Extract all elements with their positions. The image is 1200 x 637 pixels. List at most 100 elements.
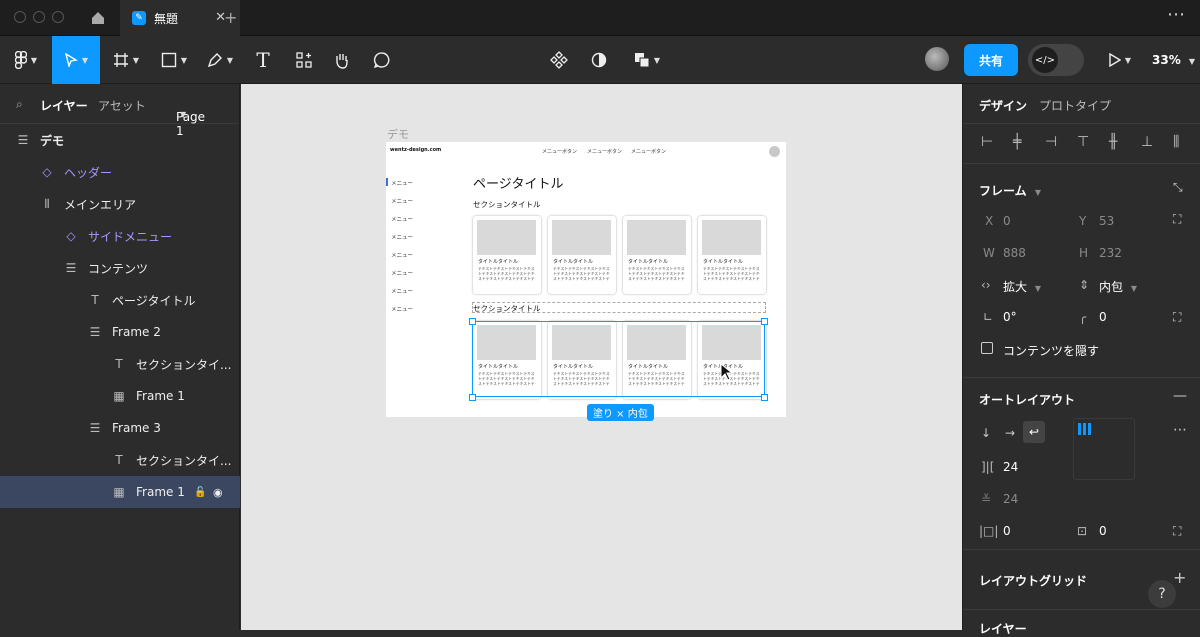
lock-icon[interactable]: 🔓: [194, 487, 206, 498]
frame-section-title[interactable]: フレーム ▼: [979, 182, 1041, 199]
wrap-icon[interactable]: ↩: [1023, 421, 1045, 443]
nav-button[interactable]: メニューボタン: [587, 148, 622, 155]
card[interactable]: タイトルタイトルテキストテキストテキストテキストテキストテキストテキストテキスト…: [698, 216, 766, 294]
layer-item[interactable]: ☰ Frame 2: [0, 316, 240, 348]
clip-content-checkbox[interactable]: [981, 342, 993, 354]
resize-handle[interactable]: [761, 318, 768, 325]
vertical-gap-input[interactable]: 24: [1003, 492, 1018, 506]
boolean-button[interactable]: ▼: [628, 36, 666, 84]
selection-box[interactable]: [472, 321, 765, 397]
dev-mode-toggle[interactable]: </>: [1028, 44, 1084, 76]
layer-item[interactable]: ☰ コンテンツ: [0, 252, 240, 284]
frame-name-label[interactable]: デモ: [387, 126, 409, 142]
layer-item[interactable]: T セクションタイ...: [0, 444, 240, 476]
direction-horizontal-icon[interactable]: →: [1005, 426, 1015, 440]
home-icon[interactable]: [80, 0, 116, 36]
align-bottom-icon[interactable]: ⊥: [1141, 134, 1153, 150]
pen-tool-button[interactable]: ▼: [200, 36, 240, 84]
w-input[interactable]: 888: [1003, 246, 1026, 260]
resize-handle[interactable]: [761, 394, 768, 401]
vertical-padding-input[interactable]: 0: [1099, 524, 1107, 538]
resize-handle[interactable]: [469, 318, 476, 325]
layer-item[interactable]: ◇ サイドメニュー: [0, 220, 240, 252]
layer-item[interactable]: T セクションタイ...: [0, 348, 240, 380]
add-layout-grid-icon[interactable]: +: [1173, 568, 1186, 587]
move-tool-button[interactable]: ▼: [52, 36, 100, 84]
window-minimize-dot[interactable]: [33, 11, 45, 23]
nav-button[interactable]: メニューボタン: [542, 148, 577, 155]
align-center-h-icon[interactable]: ╪: [1013, 134, 1021, 150]
window-zoom-dot[interactable]: [52, 11, 64, 23]
height-mode-dropdown[interactable]: 内包 ▼: [1099, 278, 1137, 295]
corner-radius-icon: ╭: [1079, 310, 1087, 324]
more-options-icon[interactable]: ⋯: [1173, 422, 1187, 438]
layer-item[interactable]: ☰ デモ: [0, 124, 240, 156]
layer-item[interactable]: ☰ Frame 3: [0, 412, 240, 444]
components-button[interactable]: [545, 36, 573, 84]
cursor-icon: [64, 53, 78, 67]
resources-button[interactable]: [290, 36, 318, 84]
card[interactable]: タイトルタイトルテキストテキストテキストテキストテキストテキストテキストテキスト…: [473, 216, 541, 294]
hand-tool-button[interactable]: [328, 36, 356, 84]
tab-assets[interactable]: アセット: [98, 97, 146, 114]
layer-item[interactable]: ⫴ メインエリア: [0, 188, 240, 220]
canvas[interactable]: デモ wentz-design.com メニューボタン メニューボタン メニュー…: [241, 84, 962, 630]
help-button[interactable]: ?: [1148, 580, 1176, 608]
individual-padding-icon[interactable]: ⛶: [1173, 524, 1181, 539]
main-menu-button[interactable]: ▼: [6, 36, 46, 84]
text-tool-button[interactable]: T: [248, 36, 278, 84]
more-icon[interactable]: ⋯: [1167, 4, 1186, 25]
shape-tool-button[interactable]: ▼: [154, 36, 194, 84]
side-menu-item[interactable]: メニュー: [391, 287, 413, 295]
tab-layers[interactable]: レイヤー: [40, 97, 88, 114]
card[interactable]: タイトルタイトルテキストテキストテキストテキストテキストテキストテキストテキスト…: [623, 216, 691, 294]
independent-corners-icon[interactable]: ⛶: [1173, 310, 1181, 325]
tab-design[interactable]: デザイン: [979, 97, 1027, 114]
file-tab[interactable]: ✎ 無題 ✕: [120, 0, 240, 36]
side-menu-item[interactable]: メニュー: [391, 233, 413, 241]
constraints-icon[interactable]: ⛶: [1173, 212, 1181, 227]
eye-icon[interactable]: ◉: [213, 486, 223, 499]
card[interactable]: タイトルタイトルテキストテキストテキストテキストテキストテキストテキストテキスト…: [548, 216, 616, 294]
resize-to-fit-icon[interactable]: ⤡: [1173, 180, 1183, 195]
search-icon[interactable]: ⌕: [16, 97, 23, 112]
side-menu-item[interactable]: メニュー: [391, 269, 413, 277]
new-tab-button[interactable]: +: [224, 8, 237, 27]
rotation-input[interactable]: 0°: [1003, 310, 1017, 324]
alignment-grid[interactable]: [1073, 418, 1135, 480]
tab-prototype[interactable]: プロトタイプ: [1039, 97, 1111, 114]
side-menu-item[interactable]: メニュー: [391, 305, 413, 313]
layer-item[interactable]: T ページタイトル: [0, 284, 240, 316]
corner-radius-input[interactable]: 0: [1099, 310, 1107, 324]
window-close-dot[interactable]: [14, 11, 26, 23]
zoom-level[interactable]: 33% ▼: [1152, 53, 1195, 67]
side-menu-item[interactable]: メニュー: [391, 251, 413, 259]
horizontal-padding-input[interactable]: 0: [1003, 524, 1011, 538]
frame-tool-button[interactable]: ▼: [106, 36, 146, 84]
side-menu-item[interactable]: メニュー: [391, 179, 413, 187]
mask-button[interactable]: [585, 36, 613, 84]
avatar[interactable]: [925, 47, 949, 71]
x-input[interactable]: 0: [1003, 214, 1011, 228]
remove-autolayout-icon[interactable]: —: [1173, 388, 1187, 404]
nav-button[interactable]: メニューボタン: [631, 148, 666, 155]
layer-item[interactable]: ▦ Frame 1: [0, 380, 240, 412]
distribute-icon[interactable]: ⫼: [1173, 134, 1179, 150]
width-mode-dropdown[interactable]: 拡大 ▼: [1003, 278, 1041, 295]
side-menu-item[interactable]: メニュー: [391, 215, 413, 223]
align-left-icon[interactable]: ⊢: [981, 134, 993, 150]
align-top-icon[interactable]: ⊤: [1077, 134, 1089, 150]
h-input[interactable]: 232: [1099, 246, 1122, 260]
align-center-v-icon[interactable]: ╫: [1109, 134, 1117, 150]
align-right-icon[interactable]: ⊣: [1045, 134, 1057, 150]
direction-vertical-icon[interactable]: ↓: [981, 426, 991, 440]
horizontal-gap-input[interactable]: 24: [1003, 460, 1018, 474]
comment-tool-button[interactable]: [368, 36, 396, 84]
layer-item-selected[interactable]: ▦ Frame 1 🔓 ◉: [0, 476, 240, 508]
y-input[interactable]: 53: [1099, 214, 1114, 228]
resize-handle[interactable]: [469, 394, 476, 401]
layer-item[interactable]: ◇ ヘッダー: [0, 156, 240, 188]
share-button[interactable]: 共有: [964, 44, 1018, 76]
side-menu-item[interactable]: メニュー: [391, 197, 413, 205]
present-button[interactable]: ▼: [1100, 36, 1140, 84]
